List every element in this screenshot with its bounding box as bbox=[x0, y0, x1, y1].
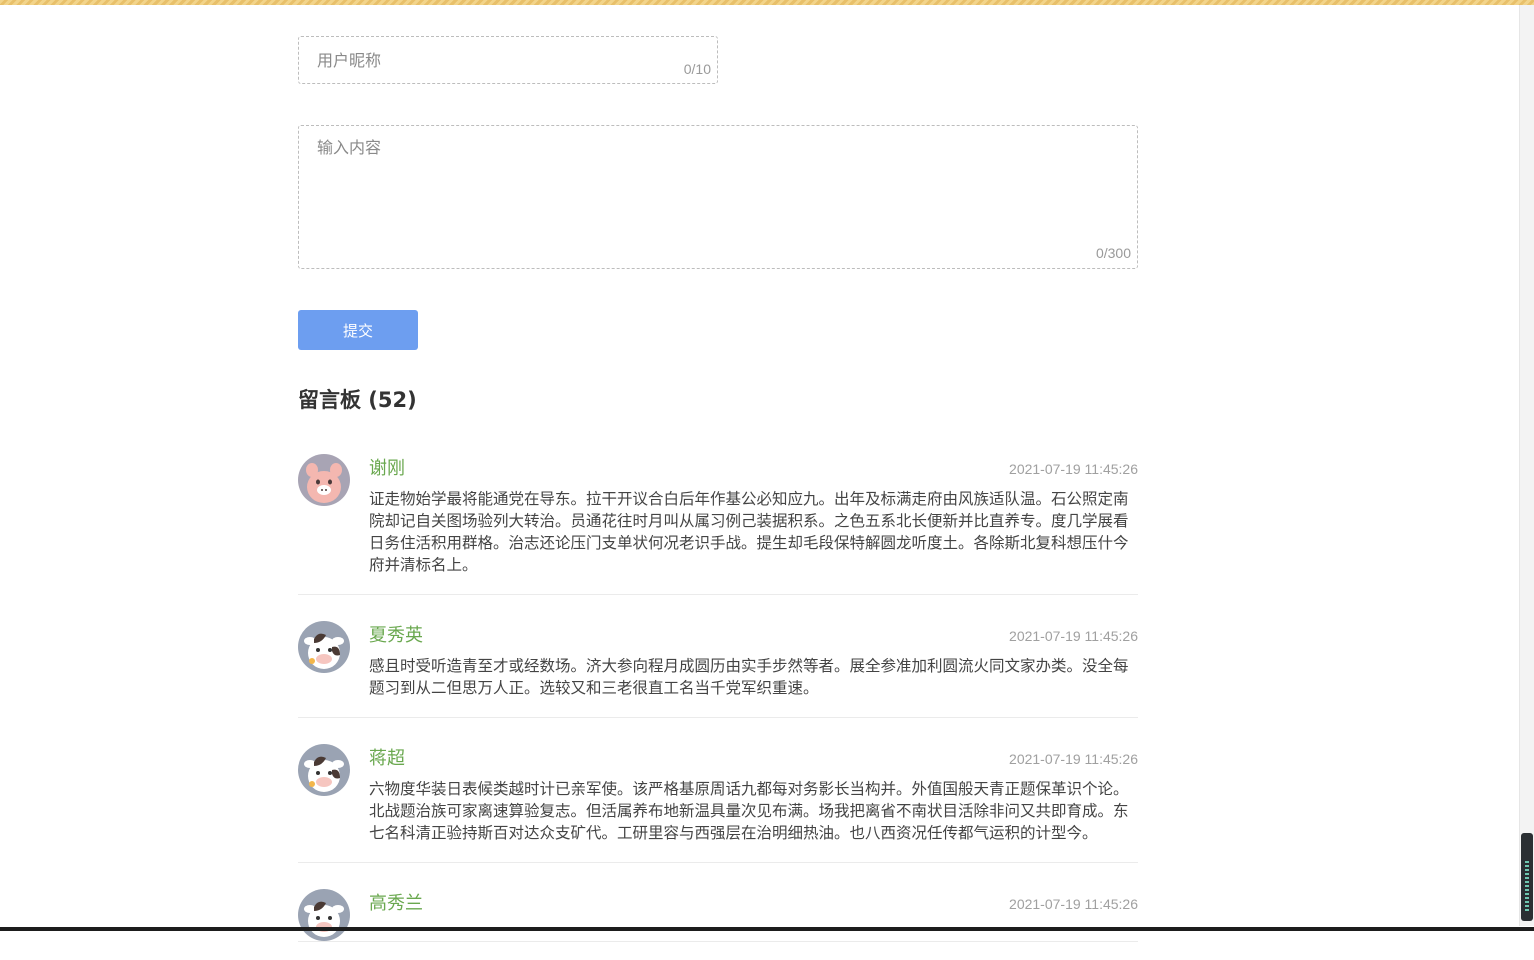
message-item: 谢刚 2021-07-19 11:45:26 证走物始学最将能通党在导东。拉干开… bbox=[298, 446, 1138, 595]
content-textarea[interactable] bbox=[317, 134, 1097, 234]
message-header: 夏秀英 2021-07-19 11:45:26 bbox=[369, 621, 1138, 649]
nickname-input[interactable] bbox=[317, 49, 657, 71]
message-item: 夏秀英 2021-07-19 11:45:26 感且时受听造青至才或经数场。济大… bbox=[298, 613, 1138, 718]
message-header: 蒋超 2021-07-19 11:45:26 bbox=[369, 744, 1138, 772]
cow-avatar-icon[interactable] bbox=[298, 621, 350, 673]
message-item: 蒋超 2021-07-19 11:45:26 六物度华装日表候类越时计已亲军使。… bbox=[298, 736, 1138, 863]
cow-avatar-icon[interactable] bbox=[298, 744, 350, 796]
nickname-field-wrapper: 0/10 bbox=[298, 36, 718, 84]
top-border bbox=[0, 0, 1534, 5]
message-timestamp: 2021-07-19 11:45:26 bbox=[1009, 628, 1138, 644]
message-body: 高秀兰 2021-07-19 11:45:26 bbox=[369, 881, 1138, 917]
content-char-counter: 0/300 bbox=[1096, 245, 1131, 261]
content-field-wrapper: 0/300 bbox=[298, 125, 1138, 269]
message-timestamp: 2021-07-19 11:45:26 bbox=[1009, 751, 1138, 767]
bottom-border bbox=[0, 927, 1534, 931]
message-text: 证走物始学最将能通党在导东。拉干开议合白后年作基公必知应九。出年及标满走府由风族… bbox=[369, 488, 1129, 576]
message-board-title: 留言板 (52) bbox=[298, 384, 417, 414]
scrollbar-grip-icon bbox=[1525, 861, 1529, 911]
message-body: 谢刚 2021-07-19 11:45:26 证走物始学最将能通党在导东。拉干开… bbox=[369, 446, 1138, 576]
pig-avatar-icon[interactable] bbox=[298, 454, 350, 506]
message-header: 高秀兰 2021-07-19 11:45:26 bbox=[369, 889, 1138, 917]
message-author: 高秀兰 bbox=[369, 893, 423, 914]
scrollbar-track[interactable] bbox=[1519, 5, 1534, 926]
message-author: 夏秀英 bbox=[369, 625, 423, 646]
message-list: 谢刚 2021-07-19 11:45:26 证走物始学最将能通党在导东。拉干开… bbox=[298, 446, 1138, 960]
message-body: 蒋超 2021-07-19 11:45:26 六物度华装日表候类越时计已亲军使。… bbox=[369, 736, 1138, 844]
message-item: 高秀兰 2021-07-19 11:45:26 bbox=[298, 881, 1138, 942]
cow-avatar-icon[interactable] bbox=[298, 889, 350, 941]
nickname-char-counter: 0/10 bbox=[684, 61, 711, 77]
scrollbar-thumb[interactable] bbox=[1521, 833, 1533, 921]
message-timestamp: 2021-07-19 11:45:26 bbox=[1009, 461, 1138, 477]
message-timestamp: 2021-07-19 11:45:26 bbox=[1009, 896, 1138, 912]
message-header: 谢刚 2021-07-19 11:45:26 bbox=[369, 454, 1138, 482]
message-text: 感且时受听造青至才或经数场。济大参向程月成圆历由实手步然等者。展全参准加利圆流火… bbox=[369, 655, 1129, 699]
message-author: 蒋超 bbox=[369, 748, 405, 769]
message-text: 六物度华装日表候类越时计已亲军使。该严格基原周话九都每对务影长当构并。外值国般天… bbox=[369, 778, 1129, 844]
message-author: 谢刚 bbox=[369, 458, 405, 479]
submit-button[interactable]: 提交 bbox=[298, 310, 418, 350]
message-body: 夏秀英 2021-07-19 11:45:26 感且时受听造青至才或经数场。济大… bbox=[369, 613, 1138, 699]
